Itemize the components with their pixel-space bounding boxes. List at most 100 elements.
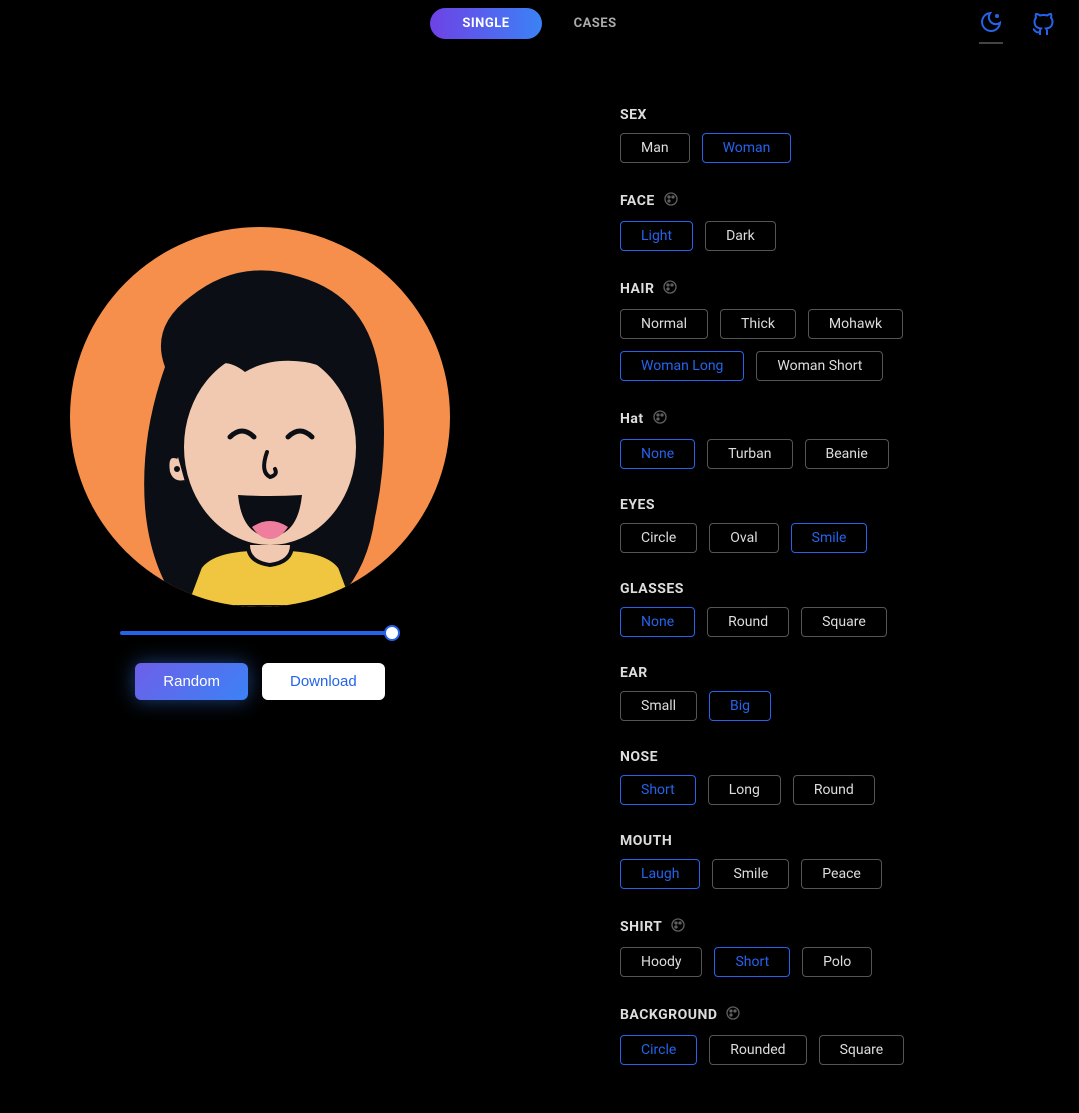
option-rounded[interactable]: Rounded: [709, 1035, 806, 1065]
option-big[interactable]: Big: [709, 691, 771, 721]
option-square[interactable]: Square: [801, 607, 887, 637]
section-title: NOSE: [620, 749, 1039, 765]
option-turban[interactable]: Turban: [707, 439, 792, 469]
section-title: EYES: [620, 497, 1039, 513]
palette-icon[interactable]: [652, 409, 668, 425]
palette-icon[interactable]: [670, 917, 686, 933]
section-title: BACKGROUND: [620, 1005, 1039, 1025]
random-button[interactable]: Random: [135, 663, 248, 700]
section-hat: Hat None Turban Beanie: [620, 409, 1039, 469]
palette-button[interactable]: [662, 279, 678, 299]
section-title-text: FACE: [620, 193, 655, 209]
section-eyes: EYES Circle Oval Smile: [620, 497, 1039, 553]
action-buttons: Random Download: [135, 663, 384, 700]
github-icon: [1031, 13, 1055, 37]
palette-button[interactable]: [652, 409, 668, 429]
option-circle[interactable]: Circle: [620, 1035, 697, 1065]
section-title: SHIRT: [620, 917, 1039, 937]
option-short[interactable]: Short: [620, 775, 696, 805]
option-small[interactable]: Small: [620, 691, 697, 721]
options: None Round Square: [620, 607, 1039, 637]
option-square[interactable]: Square: [819, 1035, 905, 1065]
section-title-text: SEX: [620, 107, 647, 123]
option-light[interactable]: Light: [620, 221, 693, 251]
option-none[interactable]: None: [620, 439, 695, 469]
options: None Turban Beanie: [620, 439, 1039, 469]
option-polo[interactable]: Polo: [802, 947, 872, 977]
option-dark[interactable]: Dark: [705, 221, 776, 251]
palette-button[interactable]: [725, 1005, 741, 1025]
option-mohawk[interactable]: Mohawk: [808, 309, 903, 339]
theme-toggle[interactable]: [979, 10, 1003, 44]
options: Circle Rounded Square: [620, 1035, 1039, 1065]
left-panel: Random Download: [40, 107, 480, 1093]
options: Light Dark: [620, 221, 1039, 251]
option-round[interactable]: Round: [707, 607, 789, 637]
option-beanie[interactable]: Beanie: [805, 439, 889, 469]
option-hoody[interactable]: Hoody: [620, 947, 702, 977]
option-long[interactable]: Long: [708, 775, 781, 805]
option-smile[interactable]: Smile: [791, 523, 868, 553]
tab-cases[interactable]: CASES: [542, 8, 649, 39]
palette-icon[interactable]: [662, 279, 678, 295]
options: Small Big: [620, 691, 1039, 721]
option-man[interactable]: Man: [620, 133, 690, 163]
section-nose: NOSE Short Long Round: [620, 749, 1039, 805]
options: Man Woman: [620, 133, 1039, 163]
download-button[interactable]: Download: [262, 663, 385, 700]
section-hair: HAIR Normal Thick Mohawk Woman Long Woman Sho…: [620, 279, 1039, 381]
options: Short Long Round: [620, 775, 1039, 805]
section-title: FACE: [620, 191, 1039, 211]
section-shirt: SHIRT Hoody Short Polo: [620, 917, 1039, 977]
tabs: SINGLE CASES: [430, 8, 648, 39]
github-link[interactable]: [1031, 13, 1055, 41]
right-panel: SEX Man Woman FACE Light Dark HAIR Normal Thick M…: [560, 107, 1039, 1093]
section-title-text: GLASSES: [620, 581, 684, 597]
section-title-text: SHIRT: [620, 919, 662, 935]
option-woman[interactable]: Woman: [702, 133, 792, 163]
options: Normal Thick Mohawk Woman Long Woman Short: [620, 309, 1039, 381]
option-short[interactable]: Short: [714, 947, 790, 977]
section-title-text: EYES: [620, 497, 655, 513]
size-slider[interactable]: [120, 631, 400, 635]
section-title: MOUTH: [620, 833, 1039, 849]
palette-button[interactable]: [663, 191, 679, 211]
option-round[interactable]: Round: [793, 775, 875, 805]
section-title-text: NOSE: [620, 749, 658, 765]
options: Laugh Smile Peace: [620, 859, 1039, 889]
section-title: HAIR: [620, 279, 1039, 299]
slider-track: [120, 631, 400, 635]
slider-thumb[interactable]: [384, 625, 400, 641]
section-title-text: Hat: [620, 411, 644, 427]
section-title: GLASSES: [620, 581, 1039, 597]
section-title-text: HAIR: [620, 281, 654, 297]
palette-icon[interactable]: [725, 1005, 741, 1021]
option-woman-short[interactable]: Woman Short: [756, 351, 883, 381]
palette-icon[interactable]: [663, 191, 679, 207]
option-circle[interactable]: Circle: [620, 523, 697, 553]
section-sex: SEX Man Woman: [620, 107, 1039, 163]
section-mouth: MOUTH Laugh Smile Peace: [620, 833, 1039, 889]
section-title: Hat: [620, 409, 1039, 429]
option-oval[interactable]: Oval: [709, 523, 778, 553]
option-peace[interactable]: Peace: [801, 859, 882, 889]
tab-single[interactable]: SINGLE: [430, 8, 541, 39]
moon-icon: [979, 10, 1003, 34]
options: Circle Oval Smile: [620, 523, 1039, 553]
avatar-svg: [70, 227, 450, 607]
option-smile[interactable]: Smile: [712, 859, 789, 889]
section-title-text: MOUTH: [620, 833, 672, 849]
section-background: BACKGROUND Circle Rounded Square: [620, 1005, 1039, 1065]
option-woman-long[interactable]: Woman Long: [620, 351, 744, 381]
option-none[interactable]: None: [620, 607, 695, 637]
section-title-text: BACKGROUND: [620, 1007, 717, 1023]
avatar-preview: [70, 227, 450, 607]
option-laugh[interactable]: Laugh: [620, 859, 700, 889]
option-thick[interactable]: Thick: [720, 309, 796, 339]
section-title: EAR: [620, 665, 1039, 681]
palette-button[interactable]: [670, 917, 686, 937]
option-normal[interactable]: Normal: [620, 309, 708, 339]
header-icons: [979, 10, 1055, 44]
section-ear: EAR Small Big: [620, 665, 1039, 721]
options: Hoody Short Polo: [620, 947, 1039, 977]
